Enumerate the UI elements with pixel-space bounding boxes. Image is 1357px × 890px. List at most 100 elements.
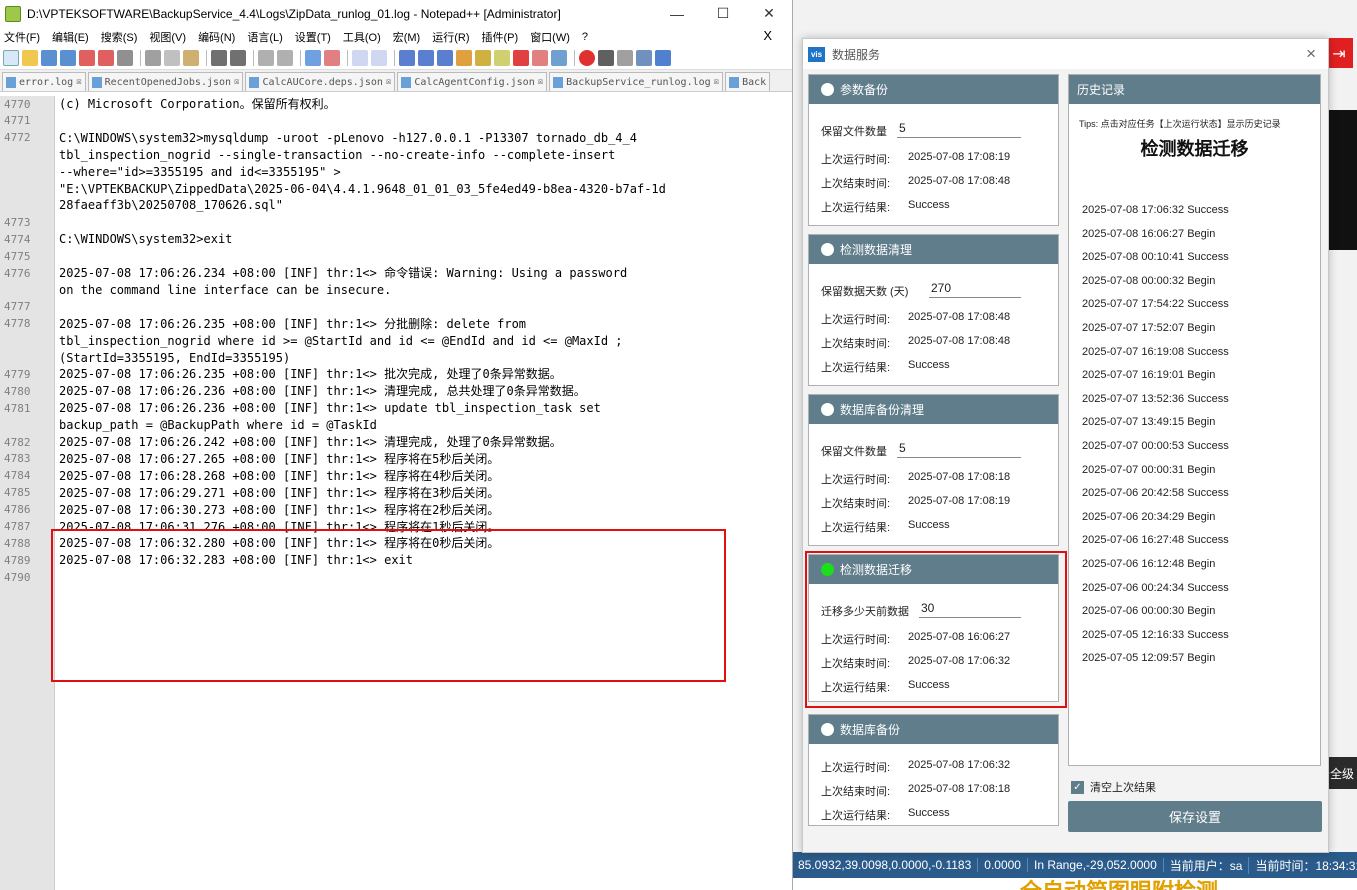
open-file-icon[interactable]: [22, 49, 38, 66]
tab-back[interactable]: Back: [725, 72, 771, 91]
line-number: 4774: [4, 232, 31, 246]
status-dot-icon: [821, 403, 834, 416]
menu-language[interactable]: 语言(L): [247, 29, 282, 45]
menu-window[interactable]: 窗口(W): [530, 29, 570, 45]
menu-search[interactable]: 搜索(S): [101, 29, 138, 45]
save-macro-icon[interactable]: [655, 49, 671, 66]
close-all-icon[interactable]: [98, 49, 114, 66]
code-line: 2025-07-08 17:06:26.242 +08:00 [INF] thr…: [59, 435, 562, 449]
menu-settings[interactable]: 设置(T): [295, 29, 331, 45]
menu-tools[interactable]: 工具(O): [343, 29, 381, 45]
menu-edit[interactable]: 编辑(E): [52, 29, 89, 45]
menu-run[interactable]: 运行(R): [432, 29, 469, 45]
panel-title: 参数备份: [840, 83, 889, 97]
keep-files-input[interactable]: 5: [897, 120, 1021, 138]
history-item: 2025-07-05 12:09:57 Begin: [1082, 652, 1216, 665]
tab-close-icon[interactable]: ☒: [714, 77, 719, 87]
tab-close-icon[interactable]: ☒: [76, 77, 81, 87]
tab-close-icon[interactable]: ☒: [234, 77, 239, 87]
panel-header[interactable]: 数据库备份清理: [809, 395, 1058, 424]
zoom-in-icon[interactable]: [305, 49, 321, 66]
exit-icon[interactable]: ⇥: [1325, 38, 1353, 68]
udl-icon[interactable]: [456, 49, 472, 66]
code-line: --where="id>=3355195 and id<=3355195" >: [59, 164, 341, 179]
maximize-icon[interactable]: ☐: [700, 0, 746, 27]
field-label: 保留文件数量: [821, 126, 887, 138]
keep-days-input[interactable]: 270: [929, 280, 1021, 298]
end-value: 2025-07-08 17:08:48: [908, 335, 1011, 347]
start-label: 上次运行时间:: [821, 154, 891, 166]
paste-icon[interactable]: [183, 49, 199, 66]
status-dot-icon: [821, 243, 834, 256]
result-value[interactable]: Success: [908, 807, 950, 819]
doc-map-icon[interactable]: [475, 49, 491, 66]
doc-switcher-icon[interactable]: [551, 49, 567, 66]
line-number: 4782: [4, 435, 31, 449]
sync-scroll-horizontal-icon[interactable]: [371, 49, 387, 66]
menu-macro[interactable]: 宏(M): [393, 29, 421, 45]
menu-plugins[interactable]: 插件(P): [482, 29, 519, 45]
toolbar-separator: [253, 49, 254, 66]
folder-workspace-icon[interactable]: [513, 49, 529, 66]
notepad-titlebar: D:\VPTEKSOFTWARE\BackupService_4.4\Logs\…: [0, 0, 792, 27]
tab-backupservice-runlog[interactable]: BackupService_runlog.log ☒: [549, 72, 724, 91]
sync-scroll-vertical-icon[interactable]: [352, 49, 368, 66]
tab-error-log[interactable]: error.log ☒: [2, 72, 86, 91]
record-macro-icon[interactable]: [579, 49, 595, 66]
save-settings-button[interactable]: 保存设置: [1068, 801, 1322, 832]
line-number: 4773: [4, 215, 31, 229]
panel-header[interactable]: 参数备份: [809, 75, 1058, 104]
play-macro-icon[interactable]: [617, 49, 633, 66]
code-line: 2025-07-08 17:06:29.271 +08:00 [INF] thr…: [59, 485, 500, 500]
minimize-icon[interactable]: —: [654, 0, 700, 27]
clear-results-checkbox[interactable]: ✓ 清空上次结果: [1071, 779, 1156, 795]
tab-close-icon[interactable]: ☒: [386, 77, 391, 87]
line-number: 4781: [4, 401, 31, 415]
cut-icon[interactable]: [145, 49, 161, 66]
indent-guide-icon[interactable]: [437, 49, 453, 66]
print-icon[interactable]: [117, 49, 133, 66]
line-number: 4780: [4, 384, 31, 398]
menu-help[interactable]: ?: [582, 31, 588, 43]
stop-macro-icon[interactable]: [598, 49, 614, 66]
checkbox-checked-icon[interactable]: ✓: [1071, 780, 1084, 794]
history-item: 2025-07-06 00:24:34 Success: [1082, 581, 1229, 594]
find-icon[interactable]: [258, 49, 274, 66]
toolbar-separator: [300, 49, 301, 66]
result-value[interactable]: Success: [908, 359, 950, 371]
keep-files-input[interactable]: 5: [897, 440, 1021, 458]
word-wrap-icon[interactable]: [399, 49, 415, 66]
tab-calcagentconfig[interactable]: CalcAgentConfig.json ☒: [397, 72, 548, 91]
new-file-icon[interactable]: [3, 49, 19, 66]
tab-calcaucore-deps[interactable]: CalcAUCore.deps.json ☒: [245, 72, 396, 91]
copy-icon[interactable]: [164, 49, 180, 66]
panel-header[interactable]: 检测数据清理: [809, 235, 1058, 264]
code-line: C:\WINDOWS\system32>mysqldump -uroot -pL…: [59, 130, 637, 145]
function-list-icon[interactable]: [494, 49, 510, 66]
close-icon[interactable]: ✕: [746, 0, 792, 27]
save-icon[interactable]: [41, 49, 57, 66]
status-dot-icon: [821, 723, 834, 736]
monitoring-icon[interactable]: [532, 49, 548, 66]
undo-icon[interactable]: [211, 49, 227, 66]
show-all-chars-icon[interactable]: [418, 49, 434, 66]
menu-view[interactable]: 视图(V): [149, 29, 186, 45]
editor[interactable]: 4770 4771 4772 4773 4774 4775 4776 4777 4778 4779…: [0, 96, 792, 890]
run-macro-multiple-icon[interactable]: [636, 49, 652, 66]
zoom-out-icon[interactable]: [324, 49, 340, 66]
menu-file[interactable]: 文件(F): [4, 29, 40, 45]
close-icon[interactable]: ×: [1306, 44, 1316, 64]
close-file-icon[interactable]: [79, 49, 95, 66]
menu-encoding[interactable]: 编码(N): [198, 29, 235, 45]
save-all-icon[interactable]: [60, 49, 76, 66]
panel-header[interactable]: 数据库备份: [809, 715, 1058, 744]
tab-close-icon[interactable]: ☒: [538, 77, 543, 87]
result-value[interactable]: Success: [908, 519, 950, 531]
tab-recent-opened-jobs[interactable]: RecentOpenedJobs.json ☒: [87, 72, 244, 91]
menu-bar: 文件(F) 编辑(E) 搜索(S) 视图(V) 编码(N) 语言(L) 设置(T…: [0, 27, 792, 46]
result-value[interactable]: Success: [908, 199, 950, 211]
replace-icon[interactable]: [277, 49, 293, 66]
redo-icon[interactable]: [230, 49, 246, 66]
close-document-icon[interactable]: X: [763, 28, 772, 43]
line-number: 4784: [4, 469, 31, 483]
